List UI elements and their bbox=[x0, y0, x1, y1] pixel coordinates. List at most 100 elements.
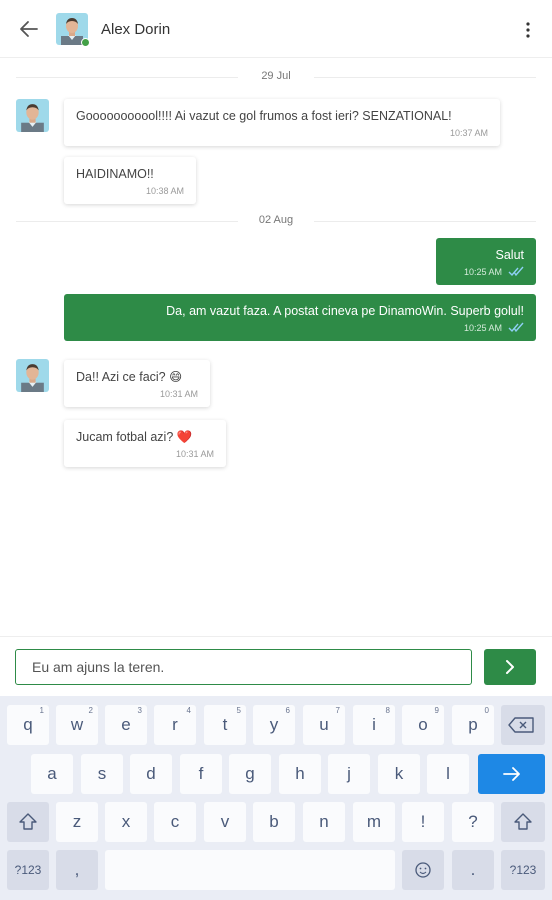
key-label: e bbox=[121, 715, 131, 734]
message-text: Salut bbox=[495, 248, 525, 262]
message-time: 10:25 AM bbox=[463, 267, 502, 277]
message-bubble-outgoing[interactable]: Salut 10:25 AM bbox=[436, 238, 536, 285]
key-r[interactable]: r4 bbox=[154, 705, 196, 745]
key-hint: 8 bbox=[385, 706, 390, 715]
emoji-icon bbox=[415, 862, 431, 878]
key-u[interactable]: u7 bbox=[303, 705, 345, 745]
message-time: 10:31 AM bbox=[159, 389, 198, 399]
shift-key-right[interactable] bbox=[501, 802, 545, 842]
key-hint: 7 bbox=[335, 706, 340, 715]
key-c[interactable]: c bbox=[154, 802, 196, 842]
date-separator: 02 Aug bbox=[16, 213, 536, 229]
key-hint: 2 bbox=[88, 706, 93, 715]
virtual-keyboard: q1 w2 e3 r4 t5 y6 u7 i8 o9 p0 a s d f g … bbox=[0, 696, 552, 900]
key-m[interactable]: m bbox=[353, 802, 395, 842]
key-n[interactable]: n bbox=[303, 802, 345, 842]
emoji-key[interactable] bbox=[402, 850, 444, 890]
sender-avatar[interactable] bbox=[16, 359, 49, 392]
key-label: u bbox=[319, 715, 329, 734]
key-f[interactable]: f bbox=[180, 754, 222, 794]
key-period[interactable]: . bbox=[452, 850, 494, 890]
key-hint: 9 bbox=[434, 706, 439, 715]
contact-avatar[interactable] bbox=[56, 13, 90, 47]
key-label: p bbox=[468, 715, 478, 734]
message-time: 10:37 AM bbox=[449, 128, 488, 138]
chevron-right-icon bbox=[506, 660, 514, 674]
message-time: 10:38 AM bbox=[145, 186, 184, 196]
message-text: Jucam fotbal azi? ❤️ bbox=[76, 430, 193, 444]
shift-key-left[interactable] bbox=[7, 802, 49, 842]
key-o[interactable]: o9 bbox=[402, 705, 444, 745]
key-comma[interactable]: , bbox=[56, 850, 98, 890]
double-check-icon bbox=[508, 266, 524, 277]
message-composer bbox=[0, 636, 552, 696]
message-text: Da, am vazut faza. A postat cineva pe Di… bbox=[166, 304, 524, 318]
message-time-row: 10:25 AM bbox=[76, 322, 524, 334]
key-k[interactable]: k bbox=[378, 754, 420, 794]
key-label: r bbox=[172, 715, 178, 734]
key-label: q bbox=[23, 715, 33, 734]
key-z[interactable]: z bbox=[56, 802, 98, 842]
key-p[interactable]: p0 bbox=[452, 705, 494, 745]
key-v[interactable]: v bbox=[204, 802, 246, 842]
key-hint: 0 bbox=[484, 706, 489, 715]
key-t[interactable]: t5 bbox=[204, 705, 246, 745]
symbols-key[interactable]: ?123 bbox=[7, 850, 49, 890]
sender-avatar[interactable] bbox=[16, 99, 49, 132]
key-g[interactable]: g bbox=[229, 754, 271, 794]
key-label: t bbox=[222, 715, 228, 734]
more-vert-icon[interactable] bbox=[518, 18, 538, 42]
message-text: Da!! Azi ce faci? 😄 bbox=[76, 370, 183, 384]
avatar-photo bbox=[16, 359, 49, 392]
message-input[interactable] bbox=[15, 649, 472, 685]
send-button[interactable] bbox=[484, 649, 536, 685]
shift-icon bbox=[19, 813, 37, 830]
backspace-key[interactable] bbox=[501, 705, 545, 745]
arrow-right-icon bbox=[503, 767, 520, 781]
date-label: 29 Jul bbox=[261, 70, 291, 82]
key-w[interactable]: w2 bbox=[56, 705, 98, 745]
key-hint: 4 bbox=[186, 706, 191, 715]
key-q[interactable]: q1 bbox=[7, 705, 49, 745]
key-d[interactable]: d bbox=[130, 754, 172, 794]
key-j[interactable]: j bbox=[328, 754, 370, 794]
contact-name[interactable]: Alex Dorin bbox=[101, 21, 170, 38]
key-hint: 3 bbox=[137, 706, 142, 715]
key-question[interactable]: ? bbox=[452, 802, 494, 842]
chat-header: Alex Dorin bbox=[0, 0, 552, 58]
symbols-key-right[interactable]: ?123 bbox=[501, 850, 545, 890]
key-e[interactable]: e3 bbox=[105, 705, 147, 745]
key-exclamation[interactable]: ! bbox=[402, 802, 444, 842]
message-bubble-incoming[interactable]: Da!! Azi ce faci? 😄 10:31 AM bbox=[64, 360, 210, 407]
avatar-photo bbox=[16, 99, 49, 132]
enter-key[interactable] bbox=[478, 754, 545, 794]
backspace-icon bbox=[508, 717, 534, 733]
message-bubble-incoming[interactable]: HAIDINAMO!! 10:38 AM bbox=[64, 157, 196, 204]
key-label: w bbox=[70, 715, 84, 734]
key-label: o bbox=[418, 715, 428, 734]
key-a[interactable]: a bbox=[31, 754, 73, 794]
message-bubble-outgoing[interactable]: Da, am vazut faza. A postat cineva pe Di… bbox=[64, 294, 536, 341]
key-b[interactable]: b bbox=[253, 802, 295, 842]
key-label: i bbox=[372, 715, 376, 734]
key-y[interactable]: y6 bbox=[253, 705, 295, 745]
key-hint: 6 bbox=[285, 706, 290, 715]
date-label: 02 Aug bbox=[258, 214, 294, 226]
message-bubble-incoming[interactable]: Jucam fotbal azi? ❤️ 10:31 AM bbox=[64, 420, 226, 467]
key-s[interactable]: s bbox=[81, 754, 123, 794]
divider bbox=[314, 221, 536, 222]
divider bbox=[314, 77, 536, 78]
key-hint: 1 bbox=[39, 706, 44, 715]
key-i[interactable]: i8 bbox=[353, 705, 395, 745]
message-bubble-incoming[interactable]: Gooooooooool!!!! Ai vazut ce gol frumos … bbox=[64, 99, 500, 146]
key-h[interactable]: h bbox=[279, 754, 321, 794]
message-text: HAIDINAMO!! bbox=[76, 167, 154, 181]
back-arrow-icon[interactable] bbox=[14, 15, 44, 43]
key-x[interactable]: x bbox=[105, 802, 147, 842]
key-l[interactable]: l bbox=[427, 754, 469, 794]
space-key[interactable] bbox=[105, 850, 395, 890]
message-time: 10:31 AM bbox=[175, 449, 214, 459]
key-hint: 5 bbox=[236, 706, 241, 715]
message-time: 10:25 AM bbox=[463, 323, 502, 333]
online-status-dot bbox=[81, 38, 90, 47]
